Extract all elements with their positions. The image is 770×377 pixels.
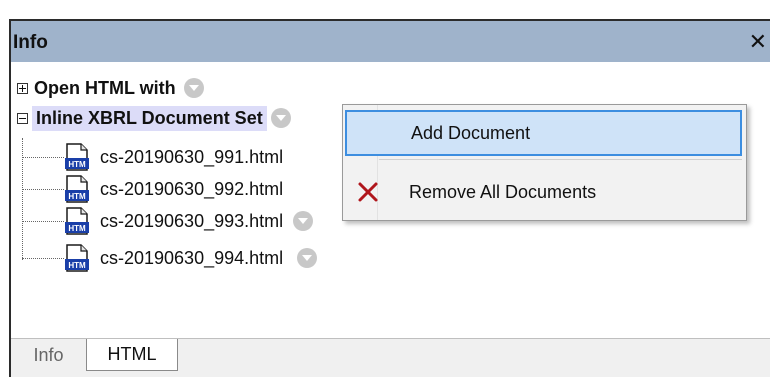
menu-item-label: Remove All Documents — [409, 181, 597, 202]
file-item[interactable]: HTM cs-20190630_994.html — [64, 243, 318, 273]
htm-file-icon: HTM — [64, 175, 90, 203]
menu-item-label: Add Document — [411, 122, 531, 143]
svg-text:HTM: HTM — [68, 160, 86, 169]
dropdown-circle-icon[interactable] — [297, 248, 318, 268]
dropdown-circle-icon[interactable] — [183, 78, 204, 98]
file-item[interactable]: HTM cs-20190630_992.html — [64, 174, 283, 204]
tree-item-label: Open HTML with — [34, 77, 176, 98]
close-icon[interactable]: ✕ — [749, 29, 767, 55]
tab-info[interactable]: Info — [11, 339, 86, 371]
svg-text:HTM: HTM — [68, 224, 86, 233]
svg-text:HTM: HTM — [68, 261, 86, 270]
file-name: cs-20190630_992.html — [100, 178, 284, 199]
tree-connector — [22, 258, 64, 259]
panel-title: Info — [13, 32, 48, 53]
tree-item-inline-xbrl-document-set[interactable]: Inline XBRL Document Set — [17, 104, 291, 132]
tree-connector — [22, 221, 64, 222]
htm-file-icon: HTM — [64, 207, 90, 235]
tree-item-label: Inline XBRL Document Set — [32, 105, 267, 131]
dropdown-circle-icon[interactable] — [270, 108, 291, 128]
tab-strip: Info HTML — [11, 339, 770, 377]
htm-file-icon: HTM — [64, 244, 90, 272]
tree-item-open-html-with[interactable]: Open HTML with — [17, 74, 204, 102]
menu-separator — [379, 159, 742, 160]
tree-connector — [22, 189, 64, 190]
expand-plus-icon[interactable] — [17, 82, 28, 94]
file-name: cs-20190630_991.html — [100, 146, 284, 167]
dropdown-circle-icon[interactable] — [293, 211, 314, 231]
collapse-minus-icon[interactable] — [17, 112, 28, 124]
remove-x-icon — [357, 181, 379, 203]
context-menu: Add Document Remove All Documents — [342, 104, 747, 221]
file-item[interactable]: HTM cs-20190630_993.html — [64, 206, 314, 236]
htm-file-icon: HTM — [64, 143, 90, 171]
tab-html[interactable]: HTML — [86, 339, 178, 371]
menu-item-remove-all-documents[interactable]: Remove All Documents — [345, 169, 742, 215]
file-name: cs-20190630_994.html — [100, 247, 284, 268]
title-bar: Info ✕ — [11, 21, 770, 62]
menu-item-add-document[interactable]: Add Document — [345, 110, 742, 156]
svg-text:HTM: HTM — [68, 192, 86, 201]
file-name: cs-20190630_993.html — [100, 210, 284, 231]
tree-connector — [22, 157, 64, 158]
file-item[interactable]: HTM cs-20190630_991.html — [64, 142, 283, 172]
info-window: Info ✕ Open HTML with Inline XBRL Docume… — [0, 0, 770, 377]
